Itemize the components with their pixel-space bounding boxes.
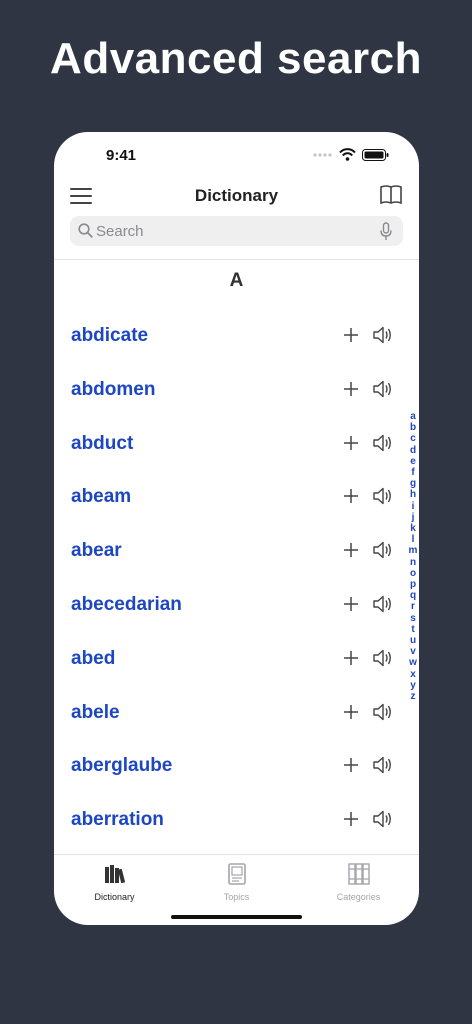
speaker-icon[interactable] [372, 809, 394, 829]
topics-icon [227, 863, 246, 885]
word-row[interactable]: abecedarian [54, 579, 419, 633]
add-icon[interactable] [343, 435, 359, 451]
speaker-icon[interactable] [372, 325, 394, 345]
index-letter[interactable]: f [411, 467, 414, 478]
index-letter[interactable]: u [410, 635, 416, 646]
wifi-icon [339, 148, 356, 161]
word-label[interactable]: abdomen [71, 379, 155, 401]
signal-icon [313, 152, 332, 157]
status-icons [313, 148, 389, 161]
index-letter[interactable]: c [410, 433, 416, 444]
add-icon[interactable] [343, 757, 359, 773]
page-title: Dictionary [194, 186, 279, 205]
index-letter[interactable]: n [410, 557, 416, 568]
index-letter[interactable]: w [409, 657, 417, 668]
add-icon[interactable] [343, 327, 359, 343]
phone-screen: 9:41 Dictionary Search A abdicate abdome… [54, 132, 419, 925]
index-letter[interactable]: y [410, 680, 416, 691]
categories-icon [347, 863, 370, 885]
tab-dictionary-label: Dictionary [94, 892, 135, 902]
navigation-bar: Dictionary [54, 180, 419, 214]
add-icon[interactable] [343, 381, 359, 397]
add-icon[interactable] [343, 650, 359, 666]
speaker-icon[interactable] [372, 594, 394, 614]
add-icon[interactable] [343, 596, 359, 612]
index-letter[interactable]: k [410, 523, 416, 534]
word-label[interactable]: abeam [71, 486, 131, 508]
search-bar[interactable] [70, 216, 403, 246]
word-label[interactable]: abecedarian [71, 594, 182, 616]
microphone-icon[interactable] [380, 222, 392, 241]
word-row[interactable]: abear [54, 525, 419, 579]
header-divider [54, 259, 419, 260]
add-icon[interactable] [343, 811, 359, 827]
promo-headline: Advanced search [50, 34, 422, 83]
word-row[interactable]: abdicate [54, 310, 419, 364]
books-icon [104, 865, 125, 884]
book-icon[interactable] [379, 184, 403, 206]
speaker-icon[interactable] [372, 540, 394, 560]
word-label[interactable]: aberglaube [71, 755, 172, 777]
index-letter[interactable]: o [410, 568, 416, 579]
tab-dictionary[interactable]: Dictionary [54, 863, 175, 902]
speaker-icon[interactable] [372, 755, 394, 775]
index-letter[interactable]: v [410, 646, 416, 657]
word-label[interactable]: abear [71, 540, 122, 562]
index-letter[interactable]: b [410, 422, 416, 433]
word-row[interactable]: abed [54, 633, 419, 687]
index-letter[interactable]: m [409, 545, 418, 556]
status-time: 9:41 [106, 147, 137, 164]
word-label[interactable]: aberration [71, 809, 164, 831]
index-letter[interactable]: j [412, 512, 415, 523]
word-label[interactable]: abdicate [71, 325, 148, 347]
index-letter[interactable]: q [410, 590, 416, 601]
add-icon[interactable] [343, 488, 359, 504]
index-letter[interactable]: p [410, 579, 416, 590]
alphabet-index[interactable]: abcdefghijklmnopqrstuvwxyz [408, 411, 418, 702]
word-label[interactable]: abed [71, 648, 115, 670]
add-icon[interactable] [343, 704, 359, 720]
word-row[interactable]: abeam [54, 471, 419, 525]
battery-icon [362, 148, 389, 161]
word-label[interactable]: abele [71, 702, 120, 724]
tab-topics-label: Topics [223, 892, 250, 902]
speaker-icon[interactable] [372, 433, 394, 453]
status-bar: 9:41 [54, 132, 419, 176]
speaker-icon[interactable] [372, 702, 394, 722]
index-letter[interactable]: x [410, 669, 416, 680]
speaker-icon[interactable] [372, 379, 394, 399]
index-letter[interactable]: d [410, 445, 416, 456]
search-icon [78, 223, 93, 238]
word-row[interactable]: abele [54, 687, 419, 741]
index-letter[interactable]: t [411, 624, 414, 635]
section-header: A [229, 270, 244, 291]
word-row[interactable]: abduct [54, 418, 419, 472]
speaker-icon[interactable] [372, 648, 394, 668]
index-letter[interactable]: e [410, 456, 416, 467]
index-letter[interactable]: r [411, 601, 415, 612]
index-letter[interactable]: z [411, 691, 416, 702]
index-letter[interactable]: h [410, 489, 416, 500]
tab-categories-label: Categories [336, 892, 381, 902]
add-icon[interactable] [343, 542, 359, 558]
index-letter[interactable]: a [410, 411, 416, 422]
word-row[interactable]: aberglaube [54, 740, 419, 794]
speaker-icon[interactable] [372, 486, 394, 506]
tab-categories[interactable]: Categories [298, 863, 419, 902]
index-letter[interactable]: g [410, 478, 416, 489]
word-list: abdicate abdomen abduct abeam abear abecedari… [54, 310, 419, 848]
tab-bar: Dictionary Topics Categories [54, 854, 419, 905]
index-letter[interactable]: s [410, 613, 416, 624]
index-letter[interactable]: i [412, 501, 415, 512]
search-input[interactable] [96, 216, 366, 246]
home-indicator [171, 915, 302, 919]
index-letter[interactable]: l [412, 534, 415, 545]
word-row[interactable]: abdomen [54, 364, 419, 418]
word-row[interactable]: aberration [54, 794, 419, 848]
word-label[interactable]: abduct [71, 433, 133, 455]
tab-topics[interactable]: Topics [176, 863, 297, 902]
